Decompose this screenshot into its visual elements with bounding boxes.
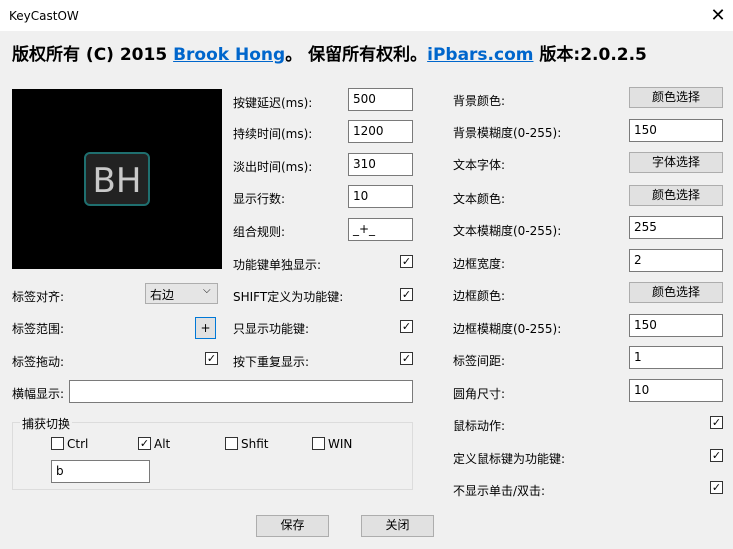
repeat-checkbox[interactable]: ✓ bbox=[400, 352, 413, 365]
label-align-label: 标签对齐: bbox=[12, 290, 65, 304]
label-align-value: 右边 bbox=[150, 288, 175, 302]
combo-label: 组合规则: bbox=[233, 225, 286, 239]
bg-color-label: 背景颜色: bbox=[453, 94, 506, 108]
lines-input[interactable]: 10 bbox=[348, 185, 413, 208]
win-checkbox[interactable] bbox=[312, 437, 325, 450]
corner-label: 圆角尺寸: bbox=[453, 387, 506, 401]
border-width-label: 边框宽度: bbox=[453, 257, 506, 271]
capture-key-input[interactable]: b bbox=[51, 460, 150, 483]
fade-label: 淡出时间(ms): bbox=[233, 160, 313, 174]
label-spacing-input[interactable]: 1 bbox=[629, 346, 723, 369]
text-font-label: 文本字体: bbox=[453, 158, 506, 172]
ctrl-checkbox[interactable] bbox=[51, 437, 64, 450]
copyright-header: 版权所有 (C) 2015 Brook Hong。 保留所有权利。iPbars.… bbox=[12, 40, 647, 65]
text-blur-label: 文本模糊度(0-255): bbox=[453, 224, 562, 238]
label-spacing-label: 标签间距: bbox=[453, 354, 506, 368]
fade-input[interactable]: 310 bbox=[348, 153, 413, 176]
only-func-label: 只显示功能键: bbox=[233, 322, 310, 336]
chevron-down-icon: ⌵ bbox=[203, 285, 211, 296]
rights-text: 。 保留所有权利。 bbox=[285, 45, 428, 65]
shift-label: Shfit bbox=[241, 437, 269, 451]
border-width-input[interactable]: 2 bbox=[629, 249, 723, 272]
key-delay-input[interactable]: 500 bbox=[348, 88, 413, 111]
mouse-action-label: 鼠标动作: bbox=[453, 419, 506, 433]
alt-label: Alt bbox=[154, 437, 171, 451]
border-color-button[interactable]: 颜色选择 bbox=[629, 282, 723, 303]
border-blur-label: 边框模糊度(0-255): bbox=[453, 322, 562, 336]
banner-label: 横幅显示: bbox=[12, 387, 65, 401]
text-color-button[interactable]: 颜色选择 bbox=[629, 185, 723, 206]
mouse-func-checkbox[interactable]: ✓ bbox=[710, 449, 723, 462]
version-text: 版本:2.0.2.5 bbox=[533, 45, 647, 65]
mouse-action-checkbox[interactable]: ✓ bbox=[710, 416, 723, 429]
text-blur-input[interactable]: 255 bbox=[629, 216, 723, 239]
lines-label: 显示行数: bbox=[233, 192, 286, 206]
text-color-label: 文本颜色: bbox=[453, 192, 506, 206]
alt-checkbox[interactable]: ✓ bbox=[138, 437, 151, 450]
bh-logo-icon: BH bbox=[84, 152, 150, 206]
bg-color-button[interactable]: 颜色选择 bbox=[629, 87, 723, 108]
win-label: WIN bbox=[328, 437, 353, 451]
label-drag-checkbox[interactable]: ✓ bbox=[205, 352, 218, 365]
close-icon[interactable]: ✕ bbox=[705, 4, 731, 28]
duration-input[interactable]: 1200 bbox=[348, 120, 413, 143]
func-single-label: 功能键单独显示: bbox=[233, 258, 322, 272]
ctrl-label: Ctrl bbox=[67, 437, 89, 451]
label-drag-label: 标签拖动: bbox=[12, 355, 65, 369]
bg-blur-input[interactable]: 150 bbox=[629, 119, 723, 142]
bg-blur-label: 背景模糊度(0-255): bbox=[453, 126, 562, 140]
capture-group-title: 捕获切换 bbox=[20, 415, 73, 432]
label-align-select[interactable]: 右边 ⌵ bbox=[145, 283, 218, 304]
duration-label: 持续时间(ms): bbox=[233, 127, 313, 141]
author-link[interactable]: Brook Hong bbox=[173, 45, 285, 65]
mouse-func-label: 定义鼠标键为功能键: bbox=[453, 452, 566, 466]
no-click-label: 不显示单击/双击: bbox=[453, 484, 546, 498]
label-range-button[interactable]: + bbox=[195, 317, 216, 339]
func-single-checkbox[interactable]: ✓ bbox=[400, 255, 413, 268]
window-title: KeyCastOW bbox=[9, 9, 79, 23]
combo-input[interactable]: _+_ bbox=[348, 218, 413, 241]
save-button[interactable]: 保存 bbox=[256, 515, 329, 537]
border-color-label: 边框颜色: bbox=[453, 289, 506, 303]
border-blur-input[interactable]: 150 bbox=[629, 314, 723, 337]
close-button[interactable]: 关闭 bbox=[361, 515, 434, 537]
banner-input[interactable] bbox=[69, 380, 413, 403]
shift-func-label: SHIFT定义为功能键: bbox=[233, 290, 344, 304]
label-range-label: 标签范围: bbox=[12, 322, 65, 336]
no-click-checkbox[interactable]: ✓ bbox=[710, 481, 723, 494]
shift-func-checkbox[interactable]: ✓ bbox=[400, 288, 413, 301]
key-delay-label: 按键延迟(ms): bbox=[233, 96, 313, 110]
text-font-button[interactable]: 字体选择 bbox=[629, 152, 723, 173]
site-link[interactable]: iPbars.com bbox=[427, 45, 533, 65]
repeat-label: 按下重复显示: bbox=[233, 355, 310, 369]
corner-input[interactable]: 10 bbox=[629, 379, 723, 402]
shift-checkbox[interactable] bbox=[225, 437, 238, 450]
copyright-prefix: 版权所有 (C) 2015 bbox=[12, 45, 174, 65]
only-func-checkbox[interactable]: ✓ bbox=[400, 320, 413, 333]
title-bar bbox=[0, 0, 733, 31]
